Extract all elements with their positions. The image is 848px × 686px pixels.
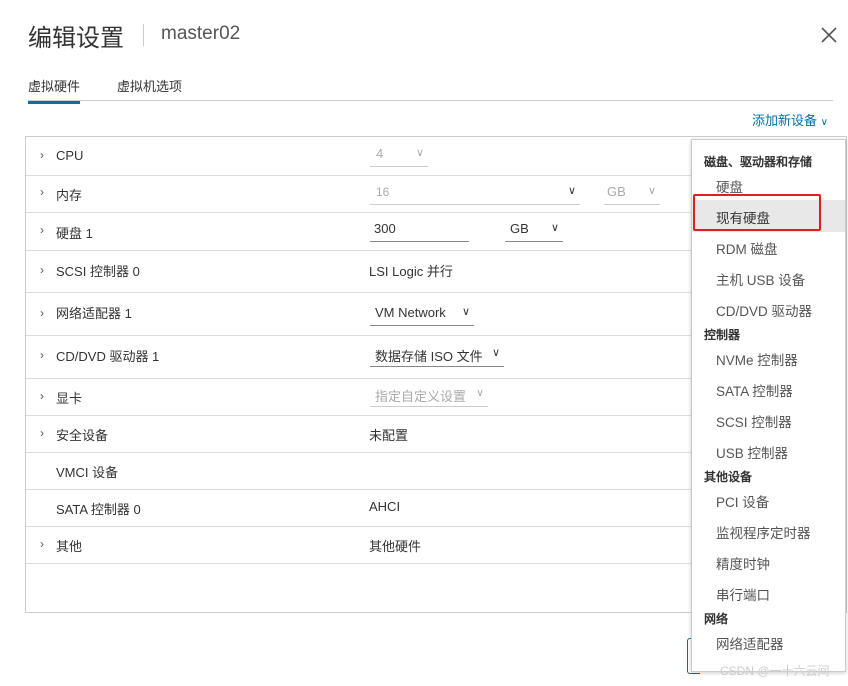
chevron-down-icon: ∨ (567, 185, 576, 197)
vmci-label: VMCI 设备 (56, 465, 119, 480)
scsi-value: LSI Logic 并行 (369, 264, 453, 279)
other-value: 其他硬件 (369, 539, 422, 554)
menu-header-other: 其他设备 (704, 470, 753, 484)
cddvd-select[interactable]: 数据存储 ISO 文件 ∨ (370, 346, 504, 367)
chevron-right-icon[interactable]: › (40, 185, 44, 199)
disk1-size-input[interactable]: 300 (370, 221, 469, 242)
video-value: 指定自定义设置 (375, 389, 467, 404)
other-label: 其他 (56, 539, 83, 554)
menu-header-storage: 磁盘、驱动器和存储 (704, 155, 813, 169)
security-value: 未配置 (369, 428, 409, 443)
dialog-title: 编辑设置 (28, 25, 124, 52)
menu-item-network-adapter[interactable]: 网络适配器 (716, 633, 784, 653)
menu-item-cddvd[interactable]: CD/DVD 驱动器 (716, 300, 812, 320)
cddvd-label: CD/DVD 驱动器 1 (56, 349, 160, 364)
tab-vm-options[interactable]: 虚拟机选项 (117, 76, 182, 101)
chevron-right-icon[interactable]: › (40, 389, 44, 403)
memory-value: 16 (376, 185, 390, 199)
menu-item-scsi[interactable]: SCSI 控制器 (716, 411, 792, 431)
sata-label: SATA 控制器 0 (56, 502, 141, 517)
network-select[interactable]: VM Network ∨ (370, 305, 474, 326)
menu-item-serial-port[interactable]: 串行端口 (716, 584, 770, 604)
memory-unit: GB (607, 184, 626, 199)
add-new-device-label: 添加新设备 (752, 113, 818, 128)
menu-item-pci[interactable]: PCI 设备 (716, 491, 769, 511)
network-label: 网络适配器 1 (56, 306, 132, 321)
cddvd-value: 数据存储 ISO 文件 (375, 349, 483, 364)
menu-item-sata[interactable]: SATA 控制器 (716, 380, 793, 400)
watermark: CSDN @一十六云间 (720, 664, 830, 678)
disk1-unit-select[interactable]: GB ∨ (505, 221, 563, 242)
memory-label: 内存 (56, 188, 83, 203)
menu-item-watchdog[interactable]: 监视程序定时器 (716, 522, 811, 542)
video-label: 显卡 (56, 391, 83, 406)
chevron-right-icon[interactable]: › (40, 348, 44, 362)
chevron-down-icon: ∨ (647, 185, 656, 197)
close-icon[interactable] (818, 24, 840, 46)
chevron-down-icon: ∨ (550, 222, 559, 234)
title-divider (143, 24, 144, 46)
disk1-value: 300 (374, 221, 396, 236)
cpu-value: 4 (376, 146, 384, 161)
menu-header-network: 网络 (704, 612, 729, 626)
vm-name: master02 (161, 23, 241, 44)
highlight-annotation-box (693, 194, 821, 231)
chevron-down-icon: ∨ (415, 147, 424, 159)
video-select[interactable]: 指定自定义设置 ∨ (370, 386, 488, 407)
chevron-right-icon[interactable]: › (40, 537, 44, 551)
scsi-label: SCSI 控制器 0 (56, 264, 140, 279)
menu-item-hard-disk[interactable]: 硬盘 (716, 176, 743, 196)
menu-item-usb[interactable]: USB 控制器 (716, 442, 788, 462)
chevron-down-icon: ∨ (820, 117, 828, 128)
security-label: 安全设备 (56, 428, 109, 443)
disk1-unit: GB (510, 221, 529, 236)
chevron-right-icon[interactable]: › (40, 263, 44, 277)
tab-bar: 虚拟硬件 虚拟机选项 (28, 74, 833, 104)
memory-input[interactable]: 16 ∨ (370, 184, 580, 205)
add-new-device-button[interactable]: 添加新设备 ∨ (752, 110, 828, 129)
network-value: VM Network (375, 305, 446, 320)
chevron-right-icon[interactable]: › (40, 223, 44, 237)
chevron-right-icon[interactable]: › (40, 426, 44, 440)
menu-item-rdm-disk[interactable]: RDM 磁盘 (716, 238, 778, 258)
disk1-label: 硬盘 1 (56, 226, 93, 241)
sata-value: AHCI (369, 499, 401, 514)
chevron-down-icon: ∨ (475, 387, 484, 399)
memory-unit-select[interactable]: GB ∨ (604, 184, 660, 205)
menu-item-host-usb[interactable]: 主机 USB 设备 (716, 269, 805, 289)
cpu-select[interactable]: 4 ∨ (370, 146, 428, 167)
chevron-down-icon: ∨ (461, 306, 470, 318)
chevron-down-icon: ∨ (491, 347, 500, 359)
chevron-right-icon[interactable]: › (40, 306, 44, 320)
menu-item-nvme[interactable]: NVMe 控制器 (716, 349, 798, 369)
chevron-right-icon[interactable]: › (40, 148, 44, 162)
menu-item-precision-clock[interactable]: 精度时钟 (716, 553, 770, 573)
tab-virtual-hardware[interactable]: 虚拟硬件 (28, 76, 81, 104)
cpu-label: CPU (56, 148, 84, 163)
menu-header-controllers: 控制器 (704, 328, 741, 342)
